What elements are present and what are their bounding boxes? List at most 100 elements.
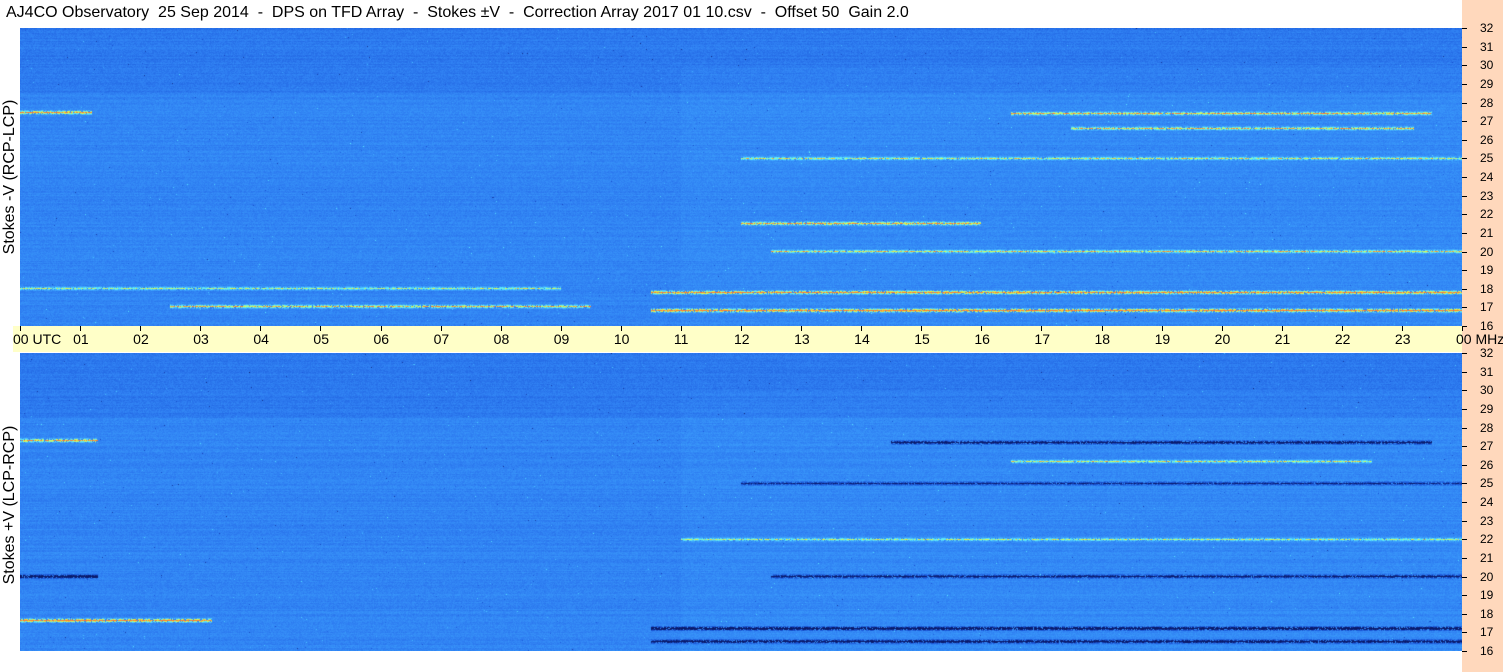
freq-tick <box>1462 46 1467 48</box>
freq-tick <box>1462 270 1467 272</box>
time-label: 05 <box>313 331 329 347</box>
freq-tick <box>1462 288 1467 290</box>
freq-tick <box>1462 326 1467 327</box>
freq-tick <box>1462 353 1467 354</box>
freq-label: 20 <box>1480 569 1494 584</box>
freq-label: 19 <box>1480 263 1494 278</box>
freq-tick <box>1462 28 1467 29</box>
time-label: 22 <box>1334 331 1351 347</box>
freq-label: 27 <box>1480 439 1494 454</box>
time-label: 18 <box>1094 331 1111 347</box>
time-label: 21 <box>1274 331 1291 347</box>
freq-label: 27 <box>1480 114 1494 129</box>
freq-tick <box>1462 251 1467 253</box>
time-axis: 00 UTC 01 02 03 04 05 06 07 08 09 10 11 12 13 14 15 16 17… <box>13 326 1503 352</box>
freq-tick <box>1462 232 1467 234</box>
time-label: 09 <box>553 331 570 347</box>
time-label: 17 <box>1034 331 1050 347</box>
freq-label: 18 <box>1480 281 1494 296</box>
time-label: 15 <box>914 331 930 347</box>
freq-tick <box>1462 195 1467 197</box>
freq-label: 28 <box>1480 420 1494 435</box>
freq-tick <box>1462 158 1467 160</box>
freq-tick <box>1462 371 1467 373</box>
freq-tick <box>1462 427 1467 429</box>
chart-title: AJ4CO Observatory 25 Sep 2014 - DPS on T… <box>6 4 909 21</box>
freq-label: 24 <box>1480 170 1494 184</box>
freq-tick <box>1462 177 1467 178</box>
freq-label: 20 <box>1480 244 1494 259</box>
freq-tick <box>1462 65 1467 67</box>
top-panel-ylabel: Stokes -V (RCP-LCP) <box>1 99 18 255</box>
freq-tick <box>1462 446 1467 448</box>
freq-tick <box>1462 613 1467 615</box>
freq-tick <box>1462 557 1467 559</box>
freq-label: 23 <box>1480 188 1494 203</box>
freq-tick <box>1462 539 1467 541</box>
time-label: 19 <box>1154 331 1171 347</box>
freq-label: 30 <box>1480 383 1494 398</box>
freq-tick <box>1462 408 1467 410</box>
freq-label: 19 <box>1480 588 1494 603</box>
time-label: 04 <box>253 331 269 347</box>
freq-tick <box>1462 390 1467 392</box>
freq-label: 25 <box>1480 476 1494 491</box>
freq-label: 23 <box>1480 513 1494 528</box>
bottom-panel-ylabel: Stokes +V (LCP-RCP) <box>1 425 18 585</box>
time-label: 10 <box>613 331 630 347</box>
bottom-spectrogram <box>20 353 1462 651</box>
freq-tick <box>1462 102 1467 104</box>
time-label: 23 <box>1394 331 1411 347</box>
freq-tick <box>1462 632 1467 634</box>
freq-label: 29 <box>1480 76 1494 91</box>
freq-label: 28 <box>1480 95 1494 110</box>
time-label: 12 <box>734 331 750 347</box>
time-label: 14 <box>854 331 870 347</box>
freq-label: 32 <box>1480 21 1494 35</box>
time-label: 01 <box>73 331 89 347</box>
freq-label: 29 <box>1480 401 1494 416</box>
freq-label: 30 <box>1480 58 1494 73</box>
freq-label: 31 <box>1480 364 1494 379</box>
freq-label: 24 <box>1480 495 1494 509</box>
freq-label: 26 <box>1480 132 1494 147</box>
time-label: 16 <box>974 331 990 347</box>
freq-tick <box>1462 520 1467 522</box>
freq-tick <box>1462 502 1467 503</box>
freq-tick <box>1462 139 1467 141</box>
freq-tick <box>1462 121 1467 123</box>
freq-label: 16 <box>1480 644 1494 658</box>
freq-tick <box>1462 651 1467 652</box>
freq-label: 21 <box>1480 225 1494 240</box>
freq-tick <box>1462 464 1467 466</box>
freq-label: 32 <box>1480 346 1494 360</box>
time-label: 03 <box>193 331 209 347</box>
freq-tick <box>1462 214 1467 216</box>
freq-label: 31 <box>1480 39 1494 54</box>
time-label: 06 <box>373 331 390 347</box>
freq-tick <box>1462 595 1467 597</box>
time-label: 13 <box>794 331 810 347</box>
time-label: 00 MHz <box>1456 331 1503 347</box>
freq-label: 22 <box>1480 207 1494 222</box>
time-label: 00 UTC <box>13 331 62 347</box>
freq-label: 26 <box>1480 457 1494 472</box>
freq-tick <box>1462 483 1467 485</box>
freq-label: 25 <box>1480 151 1494 166</box>
freq-label: 21 <box>1480 550 1494 565</box>
freq-tick <box>1462 83 1467 85</box>
freq-label: 16 <box>1480 319 1494 333</box>
freq-label: 22 <box>1480 532 1494 547</box>
freq-label: 17 <box>1480 300 1494 315</box>
freq-label: 17 <box>1480 625 1494 640</box>
freq-tick <box>1462 307 1467 309</box>
time-label: 20 <box>1214 331 1231 347</box>
time-label: 07 <box>433 331 450 347</box>
title-bar: AJ4CO Observatory 25 Sep 2014 - DPS on T… <box>0 0 1462 27</box>
time-label: 02 <box>133 331 149 347</box>
time-label: 08 <box>493 331 510 347</box>
time-label: 11 <box>673 331 689 347</box>
freq-label: 18 <box>1480 606 1494 621</box>
freq-tick <box>1462 576 1467 578</box>
top-spectrogram <box>20 28 1462 326</box>
